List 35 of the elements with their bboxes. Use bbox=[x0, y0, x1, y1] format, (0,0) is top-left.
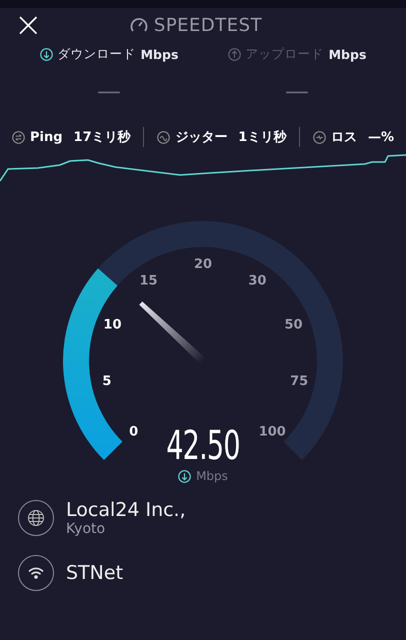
speed-reading: 42.50 bbox=[166, 426, 240, 466]
upload-icon bbox=[228, 48, 241, 61]
wave-icon bbox=[157, 130, 170, 144]
tick-label: 5 bbox=[102, 374, 112, 390]
download-icon bbox=[178, 470, 192, 482]
server-name: Local24 Inc., bbox=[66, 499, 186, 521]
speed-unit: Mbps bbox=[196, 469, 228, 483]
stat-label: ロス bbox=[330, 129, 357, 146]
result-value: — bbox=[285, 77, 309, 105]
network-name: STNet bbox=[66, 562, 124, 584]
result-tab[interactable]: アップロード Mbps bbox=[228, 46, 366, 63]
app-title: SPEEDTEST bbox=[154, 14, 262, 36]
tick-label: 15 bbox=[140, 274, 158, 289]
download-icon bbox=[40, 48, 53, 61]
tick-label: 0 bbox=[129, 424, 138, 440]
tick-label: 30 bbox=[248, 274, 266, 289]
wifi-icon bbox=[18, 555, 54, 591]
speedometer-icon bbox=[130, 17, 148, 33]
server-location: Kyoto bbox=[66, 521, 106, 537]
stat-value: 1ミリ秒 bbox=[238, 129, 286, 146]
tick-label: 100 bbox=[258, 424, 286, 440]
tick-label: 75 bbox=[290, 374, 308, 390]
tick-label: 10 bbox=[103, 318, 122, 332]
tick-label: 50 bbox=[284, 318, 303, 332]
stat-value: 17ミリ秒 bbox=[74, 129, 131, 146]
globe-icon bbox=[18, 500, 54, 536]
stat-label: Ping bbox=[30, 130, 63, 144]
stat-label: ジッター bbox=[175, 129, 228, 146]
tick-label: 20 bbox=[194, 257, 212, 272]
loss-icon bbox=[312, 130, 326, 144]
result-tab[interactable]: ダウンロード Mbps bbox=[40, 46, 178, 63]
close-button[interactable]: × bbox=[14, 8, 42, 42]
ping-icon bbox=[12, 130, 25, 144]
result-value: — bbox=[97, 77, 121, 105]
stat-value: —% bbox=[368, 130, 394, 144]
